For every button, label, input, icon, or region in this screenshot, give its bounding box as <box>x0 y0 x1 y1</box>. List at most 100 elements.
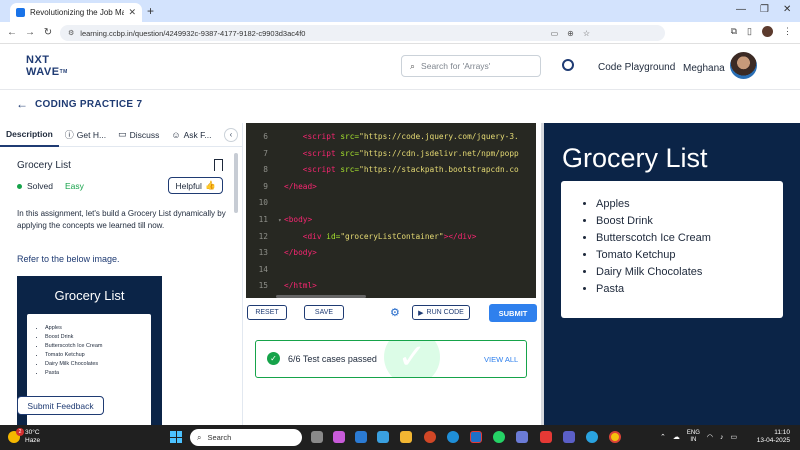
line-number: 13 <box>258 248 268 258</box>
close-tab-icon[interactable]: ✕ <box>128 7 136 18</box>
avatar[interactable] <box>730 52 757 79</box>
zoom-icon[interactable]: ⊕ <box>567 29 574 38</box>
code-tag: <script <box>302 132 336 141</box>
reset-button[interactable]: RESET <box>247 305 287 320</box>
code-string: "https://cdn.jsdelivr.net/npm/popp <box>359 148 519 158</box>
output-preview: Grocery List ApplesBoost DrinkButterscot… <box>544 123 800 425</box>
code-playground-link[interactable]: Code Playground <box>598 62 675 73</box>
copilot-icon[interactable] <box>333 431 345 443</box>
tab-description[interactable]: Description <box>0 123 59 147</box>
office-icon[interactable] <box>424 431 436 443</box>
output-list-card: ApplesBoost DrinkButterscotch Ice CreamT… <box>561 181 783 318</box>
taskbar-search[interactable]: ⌕ Search <box>190 429 302 446</box>
check-circle-icon: ✓ <box>267 352 280 365</box>
battery-icon[interactable]: ▭ <box>731 433 738 441</box>
site-info-icon[interactable]: ⚙ <box>68 29 74 37</box>
bookmark-icon[interactable] <box>214 159 223 171</box>
minimize-icon[interactable]: — <box>736 4 746 15</box>
restore-icon[interactable]: ❐ <box>760 4 769 15</box>
windows-start-icon[interactable] <box>170 431 182 443</box>
task-view-icon[interactable] <box>311 431 323 443</box>
reload-icon[interactable]: ↻ <box>39 27 57 38</box>
code-line[interactable]: 6 <script src="https://code.jquery.com/j… <box>246 129 536 145</box>
tab-discuss[interactable]: ▭ Discuss <box>112 123 165 147</box>
timer-icon[interactable] <box>562 59 574 71</box>
chevron-up-icon[interactable]: ⌃ <box>660 433 666 441</box>
line-number: 11 <box>258 215 268 224</box>
code-line[interactable]: 9 </head> <box>246 179 536 195</box>
play-icon: ▶ <box>418 309 424 317</box>
star-icon[interactable]: ☆ <box>583 29 590 38</box>
search-input[interactable]: ⌕ Search for 'Arrays' <box>401 55 541 77</box>
cast-icon[interactable]: ▭ <box>551 29 559 38</box>
back-icon[interactable]: ← <box>3 27 21 38</box>
collapse-panel-icon[interactable]: ‹ <box>224 128 238 142</box>
run-code-button[interactable]: ▶ RUN CODE <box>412 305 470 320</box>
save-button[interactable]: SAVE <box>304 305 344 320</box>
search-icon: ⌕ <box>197 432 202 442</box>
submit-button[interactable]: SUBMIT <box>489 304 537 322</box>
browser-tab[interactable]: Revolutionizing the Job Market ✕ <box>10 3 142 22</box>
app-icon[interactable] <box>516 431 528 443</box>
scrollbar[interactable] <box>234 153 238 213</box>
volume-icon[interactable]: ♪ <box>720 434 724 441</box>
system-tray: ⌃ ☁ ENG IN ◠ ♪ ▭ <box>660 430 737 444</box>
code-line[interactable]: 8 <script src="https://stackpath.bootstr… <box>246 162 536 178</box>
editor-horizontal-scrollbar[interactable] <box>276 295 366 298</box>
chrome-icon[interactable] <box>609 431 621 443</box>
code-line[interactable]: 11 ▾ <body> <box>246 212 536 228</box>
weather-condition: Haze <box>25 437 41 444</box>
code-line[interactable]: 15 </html> <box>246 278 536 294</box>
file-explorer-icon[interactable] <box>400 431 412 443</box>
telegram-icon[interactable] <box>586 431 598 443</box>
forward-icon[interactable]: → <box>21 27 39 38</box>
back-arrow-icon[interactable]: ← <box>16 97 28 111</box>
editor-actions: RESET SAVE ⚙ ▶ RUN CODE SUBMIT <box>246 300 541 326</box>
list-item: Boost Drink <box>45 333 145 342</box>
chat-icon: ▭ <box>118 129 127 139</box>
store-icon[interactable] <box>470 431 482 443</box>
submit-feedback-button[interactable]: Submit Feedback <box>17 396 104 415</box>
reference-image-list: ApplesBoost DrinkButterscotch Ice CreamT… <box>45 324 145 378</box>
code-line[interactable]: 10 <box>246 195 536 211</box>
output-title: Grocery List <box>562 143 708 173</box>
edge-icon[interactable] <box>447 431 459 443</box>
nxtwave-logo[interactable]: NXT WAVETM <box>26 54 76 80</box>
code-line[interactable]: 13 </body> <box>246 245 536 261</box>
tab-get-help[interactable]: ⓘ Get H... <box>59 123 112 147</box>
menu-icon[interactable]: ⋮ <box>783 26 792 37</box>
window-close-icon[interactable]: ✕ <box>783 4 791 15</box>
extensions-icon[interactable]: ⧉ <box>731 26 737 37</box>
problem-description: In this assignment, let's build a Grocer… <box>17 209 226 230</box>
new-tab-icon[interactable]: + <box>147 4 154 18</box>
code-line[interactable]: 14 <box>246 262 536 278</box>
wifi-icon[interactable]: ◠ <box>707 433 713 441</box>
address-bar[interactable]: ⚙ learning.ccbp.in/question/4249932c-938… <box>60 25 665 41</box>
tab-ask-faculty[interactable]: ☺ Ask F... <box>165 123 217 147</box>
cloud-icon[interactable]: ☁ <box>673 433 680 441</box>
code-line[interactable]: 12 <div id="groceryListContainer"></div> <box>246 229 536 245</box>
widget-icon[interactable] <box>377 431 389 443</box>
left-tabs: Description ⓘ Get H... ▭ Discuss ☺ Ask F… <box>0 123 243 147</box>
language-indicator[interactable]: ENG IN <box>687 430 700 444</box>
code-string: "https://code.jquery.com/jquery-3. <box>359 132 519 141</box>
helpful-button[interactable]: Helpful 👍 <box>168 177 223 194</box>
weather-widget[interactable]: 2 30°C Haze <box>8 428 41 445</box>
code-line[interactable]: 7 <script src="https://cdn.jsdelivr.net/… <box>246 146 536 162</box>
view-all-link[interactable]: VIEW ALL <box>484 355 518 364</box>
url-text: learning.ccbp.in/question/4249932c-9387-… <box>80 28 306 38</box>
profile-icon[interactable] <box>762 26 773 37</box>
whatsapp-icon[interactable] <box>493 431 505 443</box>
media-icon[interactable] <box>540 431 552 443</box>
code-editor[interactable]: 6 <script src="https://code.jquery.com/j… <box>246 123 536 298</box>
gear-icon[interactable]: ⚙ <box>390 306 400 319</box>
teams-icon[interactable] <box>563 431 575 443</box>
sidebar-icon[interactable]: ▯ <box>747 26 752 37</box>
code-attribute: src= <box>335 165 360 175</box>
clock[interactable]: 11:10 13-04-2025 <box>757 429 790 445</box>
code-tag: <div <box>302 231 322 241</box>
list-item: Apples <box>45 324 145 333</box>
meet-icon[interactable] <box>355 431 367 443</box>
